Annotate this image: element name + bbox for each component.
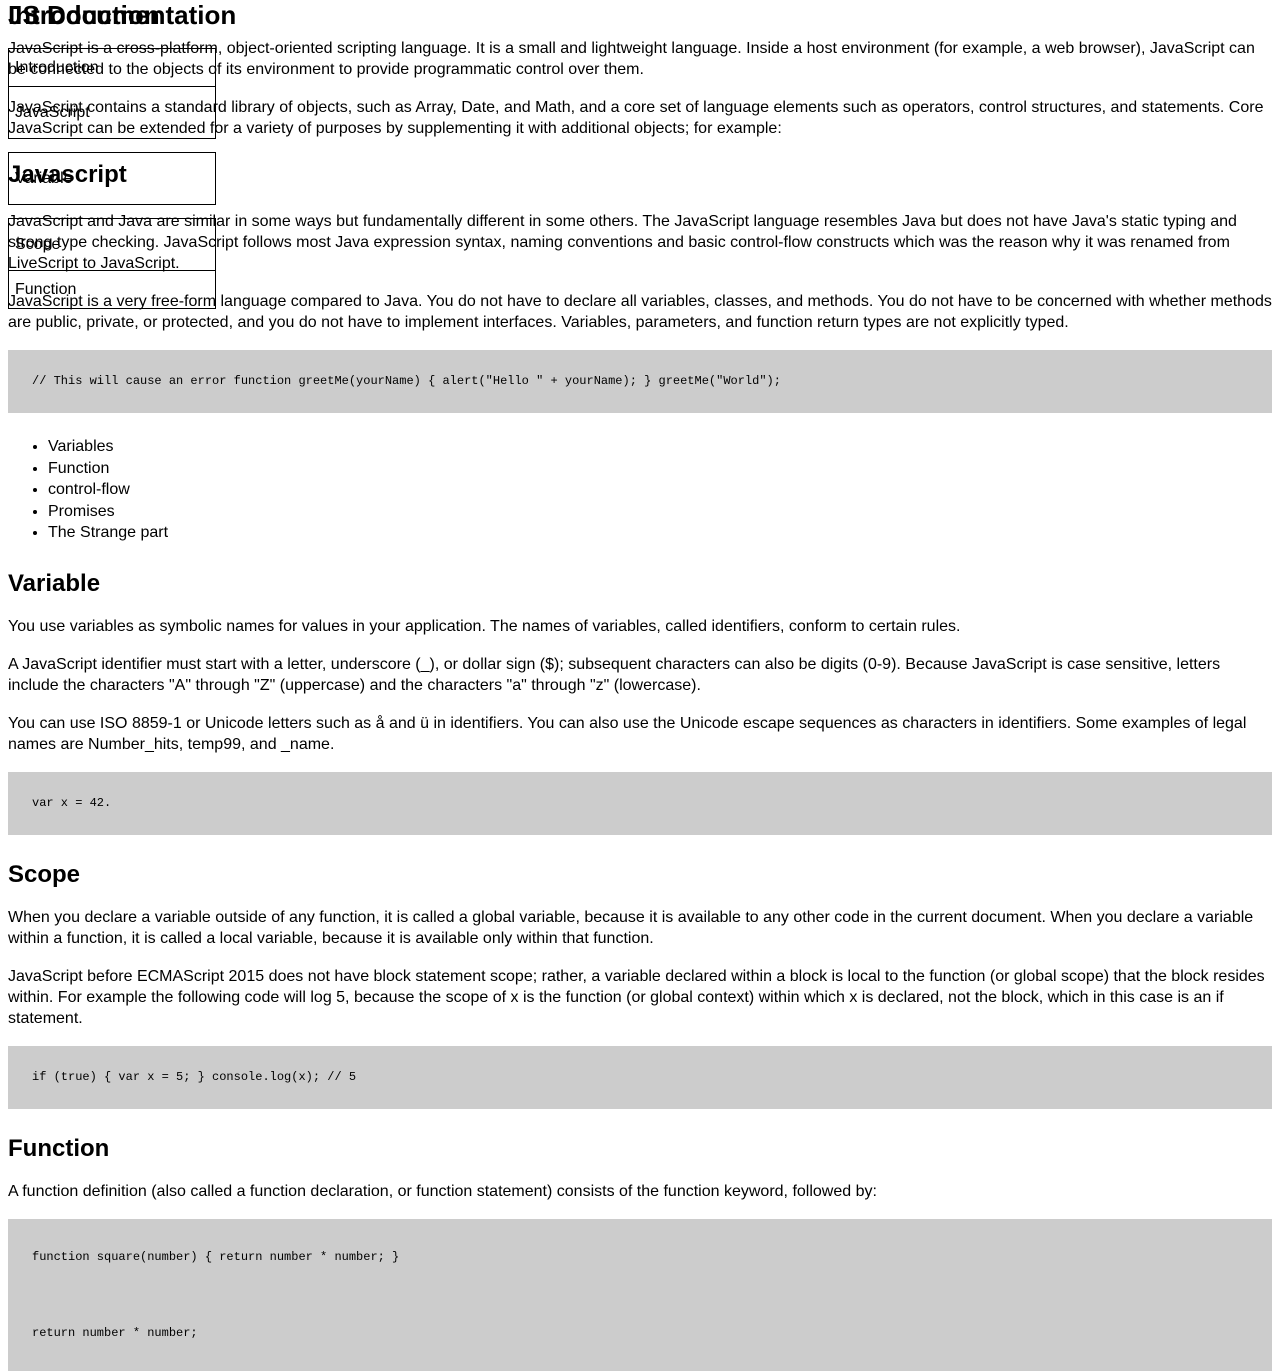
code-block-greetme: // This will cause an error function gre… xyxy=(8,350,1272,413)
scope-paragraph-1: When you declare a variable outside of a… xyxy=(8,908,1254,947)
navbar: Introduction JavaScript Variable Scope F… xyxy=(8,48,216,309)
section-function: Function A function definition (also cal… xyxy=(8,1135,1272,1371)
introduction-heading: Introduction xyxy=(8,0,160,30)
scope-paragraph-2: JavaScript before ECMAScript 2015 does n… xyxy=(8,967,1265,1027)
section-variable: Variable You use variables as symbolic n… xyxy=(8,570,1272,835)
list-item: Variables xyxy=(48,436,1272,458)
list-item: The Strange part xyxy=(48,522,1272,544)
variable-paragraph-2: A JavaScript identifier must start with … xyxy=(8,655,1221,694)
function-paragraph-1: A function definition (also called a fun… xyxy=(8,1182,877,1200)
nav-item-function[interactable]: Function xyxy=(8,270,216,309)
code-block-if-true: if (true) { var x = 5; } console.log(x);… xyxy=(8,1045,1272,1109)
javascript-topic-list: Variables Function control-flow Promises… xyxy=(8,436,1272,544)
list-item: Promises xyxy=(48,501,1272,523)
variable-heading: Variable xyxy=(8,569,101,597)
nav-item-scope[interactable]: Scope xyxy=(8,218,216,271)
section-scope: Scope When you declare a variable outsid… xyxy=(8,861,1272,1109)
variable-paragraph-3: You can use ISO 8859-1 or Unicode letter… xyxy=(8,714,1247,753)
scope-heading: Scope xyxy=(8,860,81,888)
code-block-return: return number * number; xyxy=(8,1294,1272,1371)
list-item: control-flow xyxy=(48,479,1272,501)
nav-item-variable[interactable]: Variable xyxy=(8,152,216,205)
code-block-var-x: var x = 42. xyxy=(8,771,1272,835)
documentation-page: JS Documentation Introduction Introducti… xyxy=(0,0,1280,1371)
list-item: Function xyxy=(48,458,1272,480)
page-title-stack: JS Documentation Introduction xyxy=(8,0,1272,34)
nav-item-javascript[interactable]: JavaScript xyxy=(8,86,216,139)
function-heading: Function xyxy=(8,1134,110,1162)
variable-paragraph-1: You use variables as symbolic names for … xyxy=(8,617,961,635)
code-block-square: function square(number) { return number … xyxy=(8,1218,1272,1295)
nav-item-introduction[interactable]: Introduction xyxy=(8,48,216,87)
